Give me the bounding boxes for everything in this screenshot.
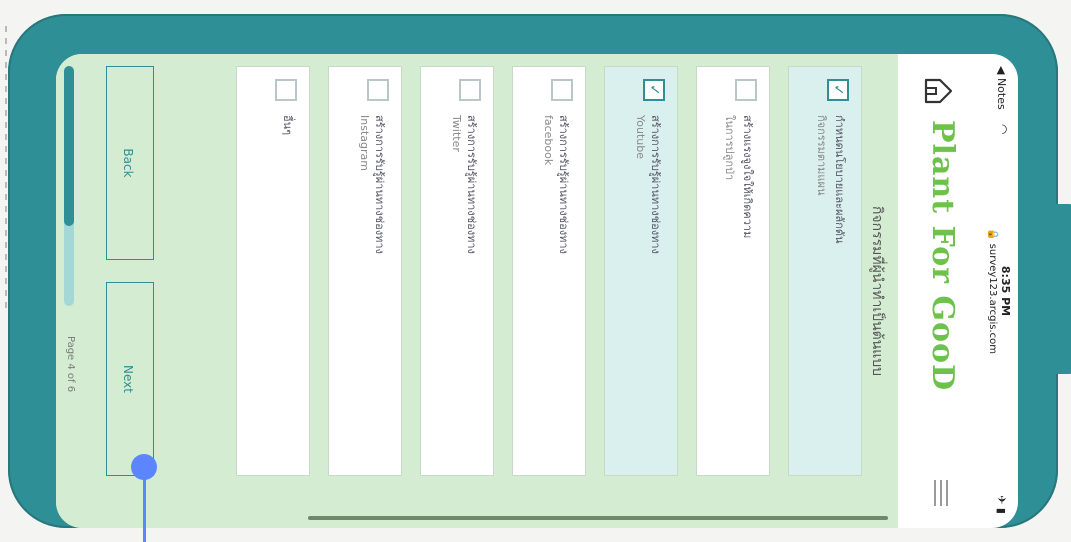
option-row[interactable]: สร้างแรงจูงใจให้เกิดความ ในการปลูกป่า — [696, 66, 770, 476]
option-row[interactable]: ✓ กำหนดนโยบายและผลักดัน กิจกรรมตามแผน — [788, 66, 862, 476]
option-label: สร้างการรับรู้ผ่านทางช่องทาง — [649, 115, 662, 254]
phone-notch — [1024, 204, 1071, 374]
question-title: กิจกรรมที่ผู้นำทำเป็นต้นแบบ — [869, 205, 885, 377]
checkmark-icon: ✓ — [646, 84, 662, 96]
option-checkbox[interactable] — [735, 79, 757, 101]
site-logo[interactable]: Plant For GooD — [925, 120, 960, 391]
hamburger-menu-icon[interactable] — [930, 480, 952, 506]
options-list: ✓ กำหนดนโยบายและผลักดัน กิจกรรมตามแผน สร้าง… — [172, 66, 862, 476]
option-label: อื่นๆ — [281, 115, 294, 136]
option-row[interactable]: ✓ สร้างการรับรู้ผ่านทางช่องทาง Youtube — [604, 66, 678, 476]
back-button[interactable]: Back — [106, 66, 154, 260]
option-sublabel: ในการปลูกป่า — [723, 115, 736, 181]
progress-fill — [64, 66, 74, 226]
option-sublabel: Youtube — [634, 115, 647, 159]
option-label: สร้างการรับรู้ผ่านทางช่องทาง — [557, 115, 570, 254]
option-sublabel: Instagram — [358, 115, 371, 171]
option-checkbox[interactable] — [551, 79, 573, 101]
phone-frame: ◀ Notes ◠ 8:35 PM 🔒 survey123.arcgis.com… — [8, 14, 1071, 528]
next-button[interactable]: Next — [106, 282, 154, 476]
phone-screen: ◀ Notes ◠ 8:35 PM 🔒 survey123.arcgis.com… — [56, 54, 1018, 528]
progress-area: Page 4 of 6 — [58, 66, 98, 476]
page-indicator: Page 4 of 6 — [65, 336, 76, 393]
scroll-indicator — [308, 516, 888, 520]
option-label: สร้างแรงจูงใจให้เกิดความ — [741, 115, 754, 239]
battery-icon: ✈ ▮ — [995, 495, 1008, 514]
site-header: Plant For GooD — [898, 54, 978, 528]
status-time: 8:35 PM — [999, 265, 1012, 317]
progress-track — [64, 66, 74, 306]
survey-content: กิจกรรมที่ผู้นำทำเป็นต้นแบบ ✓ กำหนดนโยบาย… — [56, 54, 898, 528]
annotation-pointer-dot — [131, 454, 157, 480]
home-icon[interactable] — [922, 74, 956, 108]
option-row[interactable]: สร้างการรับรู้ผ่านทางช่องทาง facebook — [512, 66, 586, 476]
option-sublabel: กิจกรรมตามแผน — [815, 115, 828, 196]
option-label: กำหนดนโยบายและผลักดัน — [833, 115, 846, 244]
rotated-viewport: ◀ Notes ◠ 8:35 PM 🔒 survey123.arcgis.com… — [56, 54, 1018, 528]
option-checkbox[interactable] — [275, 79, 297, 101]
option-sublabel: Twitter — [450, 115, 463, 152]
option-row[interactable]: อื่นๆ — [236, 66, 310, 476]
option-checkbox[interactable] — [459, 79, 481, 101]
option-sublabel: facebook — [542, 115, 555, 166]
option-row[interactable]: สร้างการรับรู้ผ่านทางช่องทาง Twitter — [420, 66, 494, 476]
option-checkbox[interactable] — [367, 79, 389, 101]
option-checkbox[interactable]: ✓ — [643, 79, 665, 101]
url-bar[interactable]: 🔒 survey123.arcgis.com — [987, 54, 998, 528]
option-label: สร้างการรับรู้ผ่านทางช่องทาง — [465, 115, 478, 254]
option-label: สร้างการรับรู้ผ่านทางช่องทาง — [373, 115, 386, 254]
option-checkbox[interactable]: ✓ — [827, 79, 849, 101]
status-bar: ◀ Notes ◠ 8:35 PM 🔒 survey123.arcgis.com… — [978, 54, 1018, 528]
checkmark-icon: ✓ — [830, 84, 846, 96]
option-row[interactable]: สร้างการรับรู้ผ่านทางช่องทาง Instagram — [328, 66, 402, 476]
page-navigation: Back Next — [98, 66, 158, 476]
